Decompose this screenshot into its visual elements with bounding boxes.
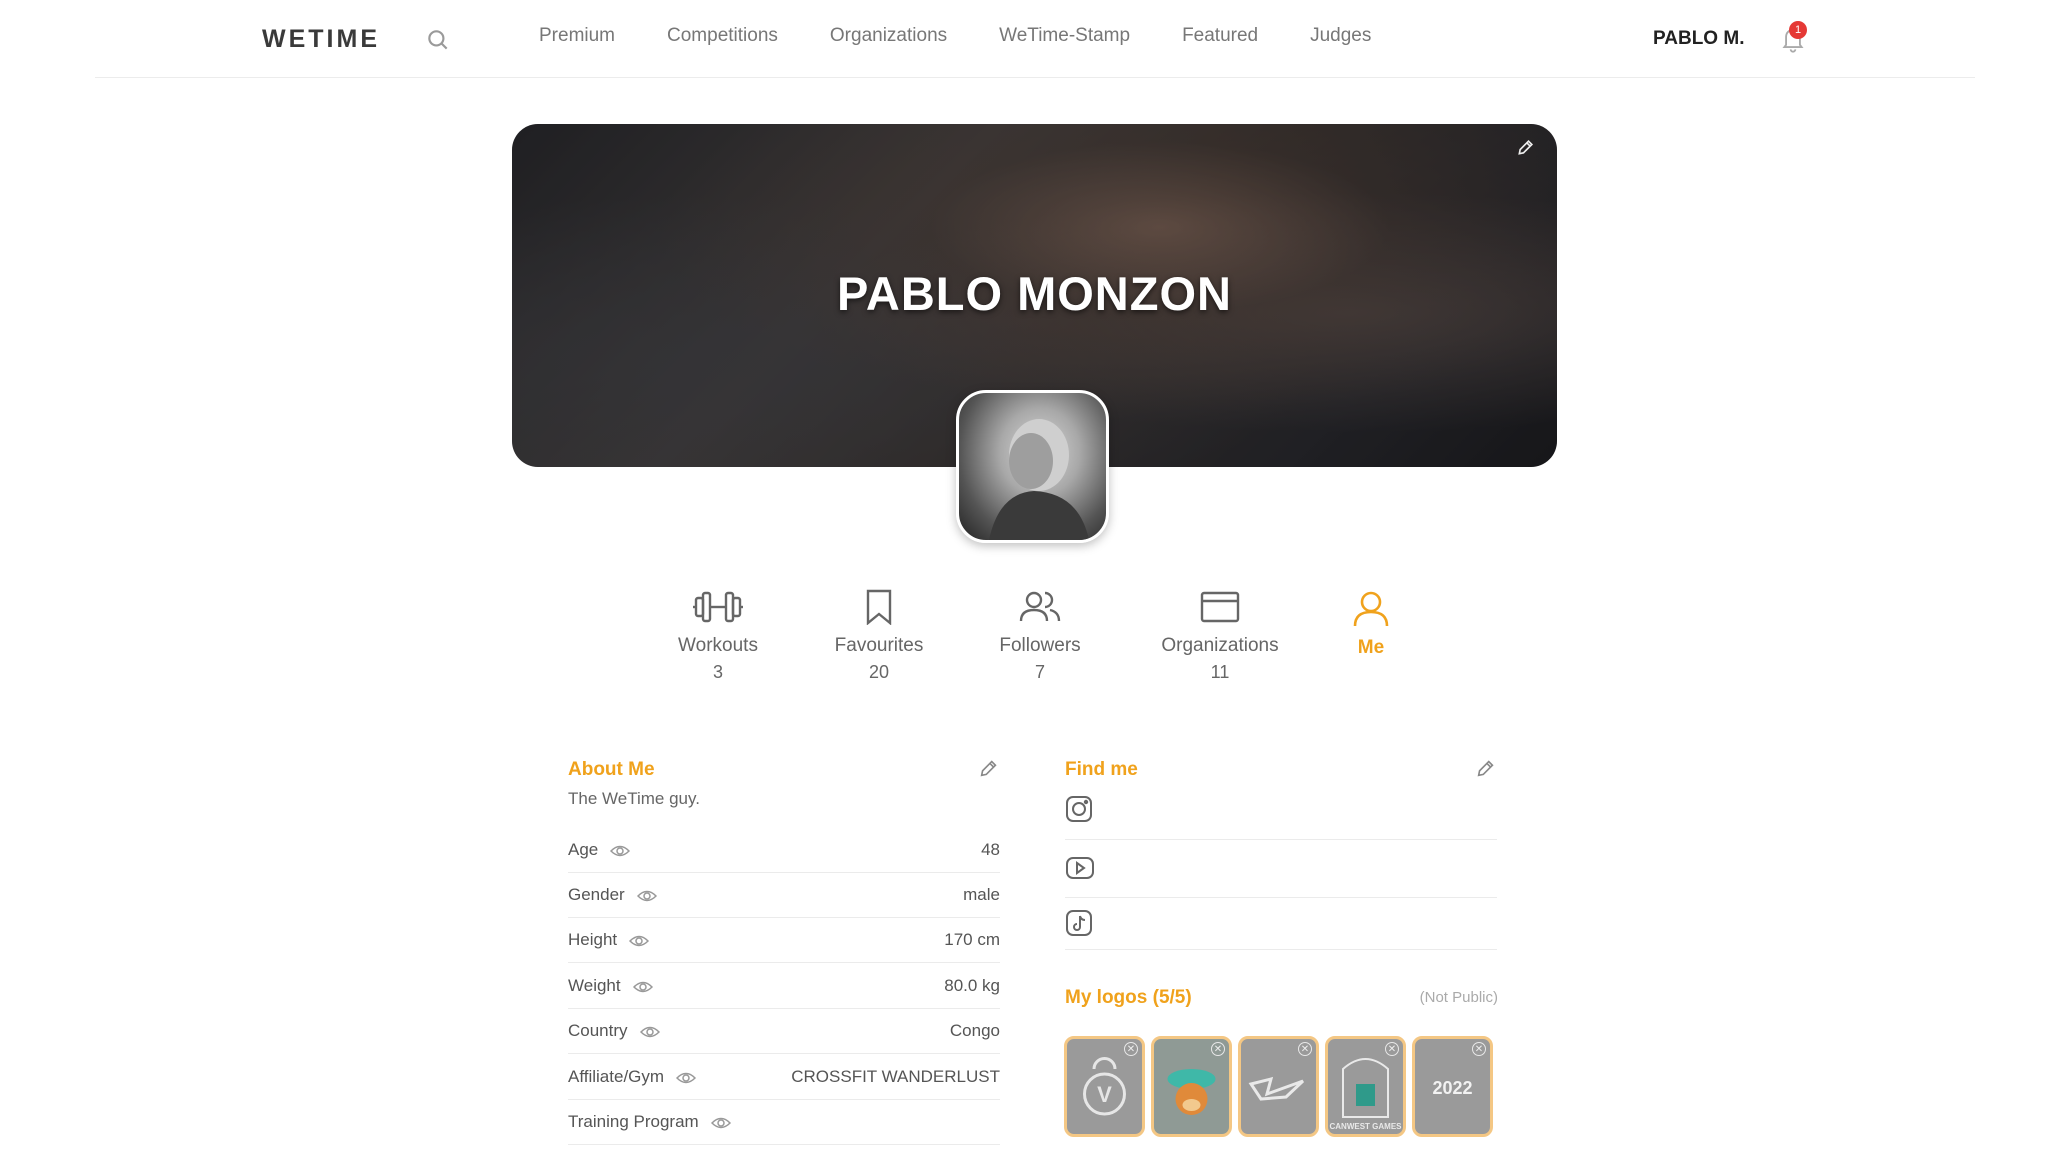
social-youtube xyxy=(1065,840,1497,898)
stat-workouts[interactable]: Workouts 3 xyxy=(638,589,798,683)
dumbbell-icon xyxy=(693,591,743,623)
tiktok-icon[interactable] xyxy=(1065,909,1093,937)
field-gender: Gender male xyxy=(568,873,1000,918)
field-height: Height 170 cm xyxy=(568,918,1000,963)
about-title: About Me xyxy=(568,759,655,780)
field-value: 80.0 kg xyxy=(944,976,1000,995)
eye-icon[interactable] xyxy=(636,889,657,903)
field-training-program: Training Program xyxy=(568,1100,1000,1145)
stat-label: Workouts xyxy=(678,635,758,656)
svg-text:2022: 2022 xyxy=(1432,1078,1472,1098)
stat-count: 20 xyxy=(868,662,890,682)
remove-logo-icon[interactable]: ✕ xyxy=(1211,1042,1225,1056)
field-value: 170 cm xyxy=(944,930,1000,949)
logo-tile-swoosh[interactable]: ✕ xyxy=(1238,1036,1319,1137)
field-country: Country Congo xyxy=(568,1009,1000,1054)
field-label: Weight xyxy=(568,976,653,996)
stat-label: Me xyxy=(1357,637,1385,658)
stat-count: 3 xyxy=(712,662,723,682)
wetime-logo[interactable]: WETIME xyxy=(262,25,380,54)
eye-icon[interactable] xyxy=(629,934,650,948)
logos-title: My logos (5/5) xyxy=(1065,987,1192,1008)
stat-me[interactable]: Me xyxy=(1311,589,1431,659)
eye-icon[interactable] xyxy=(632,980,653,994)
field-label: Affiliate/Gym xyxy=(568,1067,697,1087)
stat-favourites[interactable]: Favourites 20 xyxy=(799,589,959,683)
eye-icon[interactable] xyxy=(639,1025,660,1039)
edit-about-icon[interactable] xyxy=(978,757,1000,779)
social-tiktok xyxy=(1065,898,1497,950)
nav-competitions[interactable]: Competitions xyxy=(667,25,778,47)
field-label-text: Weight xyxy=(568,976,621,995)
field-value: male xyxy=(963,885,1000,904)
eye-icon[interactable] xyxy=(710,1116,731,1130)
eye-icon[interactable] xyxy=(676,1071,697,1085)
field-value: Congo xyxy=(949,1021,1000,1040)
bookmark-icon xyxy=(866,589,892,625)
stat-label: Favourites xyxy=(834,635,924,656)
top-header: WETIME Premium Competitions Organization… xyxy=(0,0,2049,78)
stat-organizations[interactable]: Organizations 11 xyxy=(1130,589,1310,683)
field-label-text: Affiliate/Gym xyxy=(568,1067,665,1086)
eye-icon[interactable] xyxy=(610,844,631,858)
edit-cover-icon[interactable] xyxy=(1516,137,1536,157)
youtube-icon[interactable] xyxy=(1065,856,1095,880)
stat-label: Organizations xyxy=(1161,635,1279,656)
field-label-text: Height xyxy=(568,930,618,949)
remove-logo-icon[interactable]: ✕ xyxy=(1298,1042,1312,1056)
field-label: Height xyxy=(568,930,650,950)
avatar[interactable] xyxy=(956,390,1109,543)
field-label: Age xyxy=(568,840,631,860)
user-icon xyxy=(1353,591,1389,627)
field-label-text: Age xyxy=(568,840,599,859)
field-label-text: Country xyxy=(568,1021,628,1040)
remove-logo-icon[interactable]: ✕ xyxy=(1472,1042,1486,1056)
nav-wetime-stamp[interactable]: WeTime-Stamp xyxy=(999,25,1130,47)
logo-tile-kettlebell[interactable]: ✕ V xyxy=(1064,1036,1145,1137)
header-divider xyxy=(95,77,1975,78)
stat-count: 11 xyxy=(1210,662,1230,682)
field-label: Gender xyxy=(568,885,657,905)
nav-premium[interactable]: Premium xyxy=(539,25,615,47)
search-icon[interactable] xyxy=(425,27,451,53)
svg-text:CANWEST GAMES: CANWEST GAMES xyxy=(1330,1122,1403,1131)
field-label: Training Program xyxy=(568,1112,731,1132)
profile-name: PABLO MONZON xyxy=(837,267,1232,320)
avatar-portrait xyxy=(989,419,1089,540)
find-me-title: Find me xyxy=(1065,759,1138,780)
instagram-icon[interactable] xyxy=(1065,795,1093,823)
social-instagram xyxy=(1065,786,1497,840)
edit-find-me-icon[interactable] xyxy=(1475,757,1497,779)
field-value: 48 xyxy=(981,840,1000,859)
stat-count: 7 xyxy=(1034,662,1045,682)
logo-tile-monkey[interactable]: ✕ xyxy=(1151,1036,1232,1137)
field-age: Age 48 xyxy=(568,828,1000,873)
stat-followers[interactable]: Followers 7 xyxy=(960,589,1120,683)
about-text: The WeTime guy. xyxy=(568,789,700,808)
nav-organizations[interactable]: Organizations xyxy=(830,25,947,47)
field-label-text: Training Program xyxy=(568,1112,699,1131)
logo-tile-2022[interactable]: ✕ 2022 xyxy=(1412,1036,1493,1137)
logo-tile-canwest[interactable]: ✕ CANWEST GAMES xyxy=(1325,1036,1406,1137)
field-label: Country xyxy=(568,1021,660,1041)
users-icon xyxy=(1019,591,1061,622)
main-nav: Premium Competitions Organizations WeTim… xyxy=(539,25,1371,47)
field-label-text: Gender xyxy=(568,885,625,904)
svg-text:V: V xyxy=(1097,1082,1112,1107)
remove-logo-icon[interactable]: ✕ xyxy=(1385,1042,1399,1056)
logos-note: (Not Public) xyxy=(1419,989,1498,1006)
nav-featured[interactable]: Featured xyxy=(1182,25,1258,47)
notification-badge: 1 xyxy=(1789,21,1807,39)
card-icon xyxy=(1200,591,1240,623)
remove-logo-icon[interactable]: ✕ xyxy=(1124,1042,1138,1056)
field-weight: Weight 80.0 kg xyxy=(568,964,1000,1009)
field-value: CROSSFIT WANDERLUST xyxy=(791,1067,1000,1086)
stat-label: Followers xyxy=(999,635,1081,656)
field-affiliate-gym: Affiliate/Gym CROSSFIT WANDERLUST xyxy=(568,1055,1000,1100)
user-menu[interactable]: PABLO M. xyxy=(1653,28,1744,50)
nav-judges[interactable]: Judges xyxy=(1310,25,1371,47)
